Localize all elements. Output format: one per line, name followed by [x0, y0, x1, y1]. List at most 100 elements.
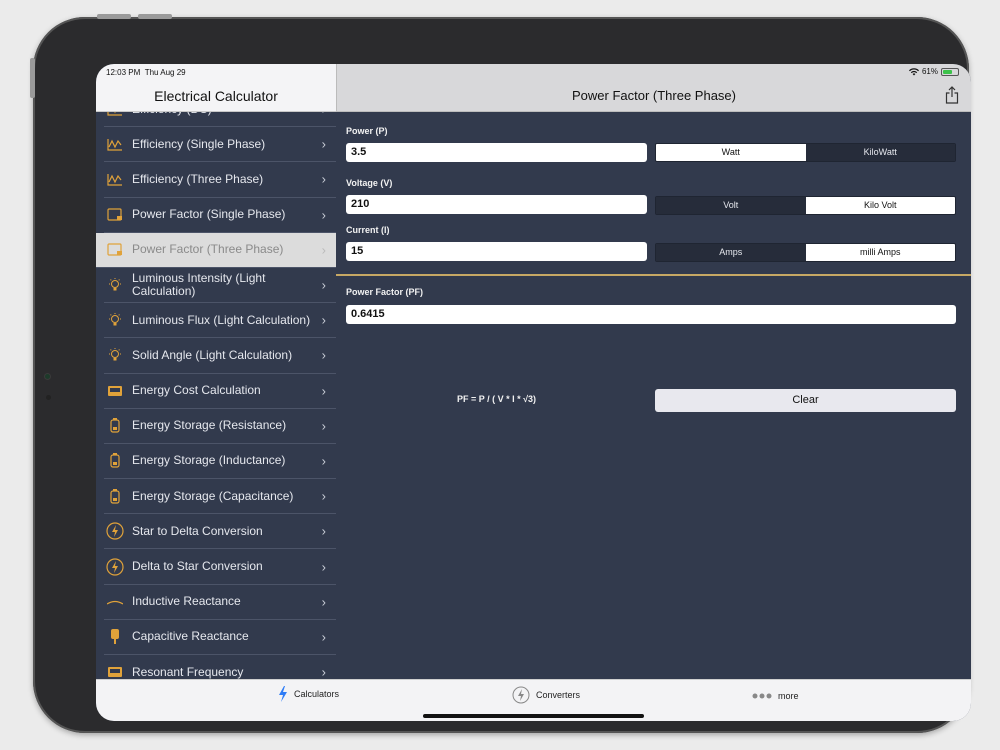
chevron-right-icon: ›	[321, 347, 326, 363]
chevron-right-icon: ›	[321, 629, 326, 645]
sensor	[46, 395, 51, 400]
volume-button	[97, 14, 131, 19]
sidebar-item-luminous-intensity-light-calculation[interactable]: Luminous Intensity (Light Calculation) ›	[104, 268, 336, 304]
chevron-right-icon: ›	[321, 136, 326, 152]
efficiency-icon	[106, 112, 124, 116]
status-bar: 12:03 PM Thu Aug 29 61%	[96, 64, 971, 80]
chevron-right-icon: ›	[321, 523, 326, 539]
sidebar-item-delta-to-star-conversion[interactable]: Delta to Star Conversion ›	[104, 549, 336, 585]
sidebar-item-efficiency-dc[interactable]: Efficiency (DC)›	[104, 112, 336, 128]
result-field: 0.6415	[346, 305, 956, 324]
bulb-icon	[106, 313, 124, 327]
bolt-circle-icon	[106, 522, 124, 540]
sidebar-item-label: Energy Storage (Inductance)	[132, 453, 286, 468]
screen: 12:03 PM Thu Aug 29 61% Electrical Calcu…	[96, 64, 971, 721]
chevron-right-icon: ›	[322, 112, 326, 117]
chevron-right-icon: ›	[321, 277, 326, 293]
meter-icon	[106, 384, 124, 398]
power-button	[30, 58, 35, 98]
tab-calculators-label: Calculators	[294, 689, 340, 699]
sidebar-item-luminous-flux-light-calculation[interactable]: Luminous Flux (Light Calculation) ›	[104, 303, 336, 339]
sidebar-item-energy-storage-inductance[interactable]: Energy Storage (Inductance) ›	[104, 444, 336, 480]
chevron-right-icon: ›	[321, 418, 326, 434]
efficiency-icon	[106, 172, 124, 186]
power-unit-segment[interactable]: Watt KiloWatt	[655, 143, 956, 162]
unit-amps[interactable]: Amps	[656, 244, 806, 261]
bolt-circle-icon	[106, 557, 124, 576]
sidebar-item-power-factor-three-phase[interactable]: Power Factor (Three Phase) ›	[96, 232, 336, 268]
page-title: Power Factor (Three Phase)	[571, 88, 736, 103]
chevron-right-icon: ›	[321, 171, 326, 187]
voltage-label: Voltage (V)	[346, 178, 393, 188]
sidebar-item-efficiency-three-phase[interactable]: Efficiency (Three Phase) ›	[104, 162, 336, 198]
clear-button[interactable]: Clear	[655, 389, 956, 412]
sidebar-item-label: Star to Delta Conversion	[132, 523, 263, 538]
sidebar-item-inductive-reactance[interactable]: Inductive Reactance ›	[104, 585, 336, 620]
ipad-frame: 12:03 PM Thu Aug 29 61% Electrical Calcu…	[33, 17, 971, 733]
sidebar-item-power-factor-single-phase[interactable]: Power Factor (Single Phase) ›	[104, 198, 336, 233]
sidebar-item-label: Luminous Intensity (Light Calculation)	[132, 271, 266, 299]
sidebar-item-star-to-delta-conversion[interactable]: Star to Delta Conversion ›	[104, 514, 336, 550]
chevron-right-icon: ›	[321, 559, 326, 575]
sidebar-item-energy-storage-resistance[interactable]: Energy Storage (Resistance) ›	[104, 409, 336, 444]
sidebar-item-label: Efficiency (DC)	[132, 112, 336, 116]
chevron-right-icon: ›	[321, 594, 326, 610]
unit-watt[interactable]: Watt	[656, 144, 806, 161]
chevron-right-icon: ›	[321, 312, 326, 328]
more-dots-icon	[752, 693, 772, 699]
sidebar-item-label: Luminous Flux (Light Calculation)	[132, 312, 311, 327]
camera	[44, 373, 51, 380]
sidebar-item-label: Energy Cost Calculation	[132, 383, 261, 398]
sidebar-item-label: Delta to Star Conversion	[132, 559, 263, 574]
tab-more[interactable]: more	[752, 691, 799, 701]
calculator-form: Power (P) 3.5 Watt KiloWatt Voltage (V) …	[336, 112, 971, 679]
sidebar-item-solid-angle-light-calculation[interactable]: Solid Angle (Light Calculation) ›	[104, 338, 336, 374]
wifi-icon	[908, 67, 919, 75]
voltage-unit-segment[interactable]: Volt Kilo Volt	[655, 196, 956, 215]
chevron-right-icon: ›	[321, 488, 326, 504]
home-indicator	[423, 714, 644, 718]
bolt-icon	[279, 686, 287, 702]
sidebar-item-label: Power Factor (Three Phase)	[132, 242, 284, 257]
sidebar-item-label: Energy Storage (Resistance)	[132, 418, 287, 433]
power-factor-icon	[106, 208, 124, 222]
unit-milliamps[interactable]: milli Amps	[805, 244, 955, 261]
tab-converters[interactable]: Converters	[512, 686, 580, 704]
inductor-icon	[106, 595, 124, 609]
bulb-icon	[106, 278, 124, 292]
power-label: Power (P)	[346, 126, 388, 136]
sidebar-list[interactable]: Efficiency (DC)›Efficiency (Single Phase…	[96, 112, 336, 679]
sidebar: Electrical Calculator Efficiency (DC)›Ef…	[96, 64, 336, 679]
chevron-right-icon: ›	[321, 242, 326, 258]
voltage-input[interactable]: 210	[346, 195, 647, 214]
sidebar-item-label: Energy Storage (Capacitance)	[132, 488, 294, 503]
tab-calculators[interactable]: Calculators	[278, 686, 339, 702]
current-input[interactable]: 15	[346, 242, 647, 261]
tab-converters-label: Converters	[536, 690, 581, 700]
battery-percent: 61%	[921, 67, 938, 76]
sidebar-item-energy-storage-capacitance[interactable]: Energy Storage (Capacitance) ›	[104, 479, 336, 515]
sidebar-item-label: Efficiency (Single Phase)	[132, 136, 266, 151]
current-unit-segment[interactable]: Amps milli Amps	[655, 243, 956, 262]
tab-bar: Calculators Converters more	[96, 679, 971, 721]
sidebar-item-energy-cost-calculation[interactable]: Energy Cost Calculation ›	[104, 374, 336, 409]
unit-kilovolt[interactable]: Kilo Volt	[805, 197, 955, 214]
unit-volt[interactable]: Volt	[656, 197, 806, 214]
share-icon[interactable]	[945, 86, 959, 104]
sidebar-title: Electrical Calculator	[154, 88, 278, 104]
power-factor-icon	[106, 243, 124, 257]
sidebar-item-label: Solid Angle (Light Calculation)	[132, 347, 293, 362]
volume-button	[138, 14, 172, 19]
sidebar-item-efficiency-single-phase[interactable]: Efficiency (Single Phase) ›	[104, 127, 336, 163]
sidebar-item-label: Efficiency (Three Phase)	[132, 171, 264, 186]
sidebar-item-resonant-frequency[interactable]: Resonant Frequency ›	[104, 655, 336, 679]
battery-icon	[106, 453, 124, 469]
battery-icon	[106, 488, 124, 504]
status-right: 61%	[908, 67, 959, 76]
current-label: Current (I)	[346, 225, 390, 235]
unit-kilowatt[interactable]: KiloWatt	[805, 144, 955, 161]
power-input[interactable]: 3.5	[346, 143, 647, 162]
capacitor-icon	[106, 628, 124, 644]
sidebar-item-capacitive-reactance[interactable]: Capacitive Reactance ›	[104, 620, 336, 655]
sidebar-item-label: Resonant Frequency	[132, 664, 244, 679]
